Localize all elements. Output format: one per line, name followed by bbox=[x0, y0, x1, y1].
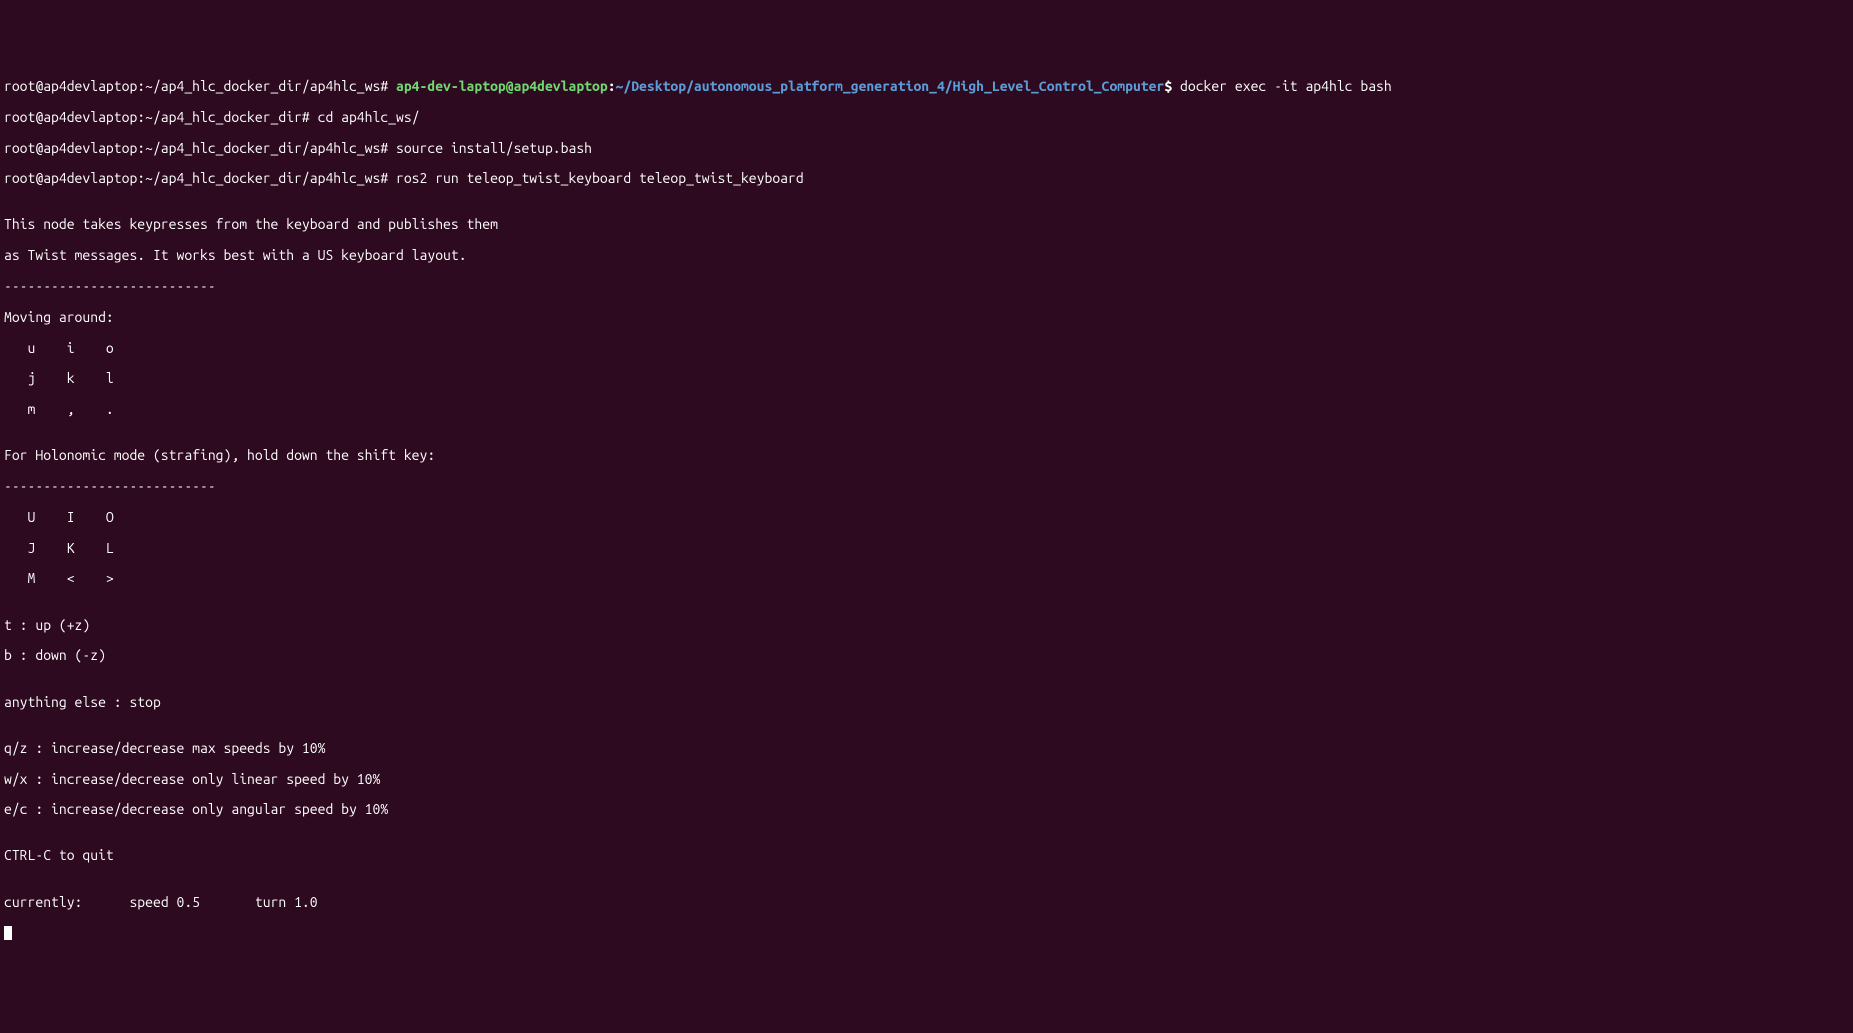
output-line: --------------------------- bbox=[4, 479, 1853, 494]
output-line: as Twist messages. It works best with a … bbox=[4, 248, 1853, 263]
cwd-path: ~/Desktop/autonomous_platform_generation… bbox=[616, 78, 1165, 94]
output-line: b : down (-z) bbox=[4, 648, 1853, 663]
output-line: CTRL-C to quit bbox=[4, 848, 1853, 863]
command-1: docker exec -it ap4hlc bash bbox=[1180, 78, 1392, 94]
command-2: cd ap4hlc_ws/ bbox=[318, 109, 420, 125]
prompt-line-4: root@ap4devlaptop:~/ap4_hlc_docker_dir/a… bbox=[4, 171, 1853, 186]
command-3: source install/setup.bash bbox=[396, 140, 592, 156]
prompt-line-1: root@ap4devlaptop:~/ap4_hlc_docker_dir/a… bbox=[4, 79, 1853, 94]
output-line: M < > bbox=[4, 571, 1853, 586]
output-line: t : up (+z) bbox=[4, 618, 1853, 633]
cursor-block-icon bbox=[4, 926, 12, 940]
output-line: U I O bbox=[4, 510, 1853, 525]
colon: : bbox=[608, 78, 616, 94]
output-line: j k l bbox=[4, 371, 1853, 386]
output-line: anything else : stop bbox=[4, 695, 1853, 710]
dollar-sign: $ bbox=[1164, 78, 1180, 94]
output-line: currently: speed 0.5 turn 1.0 bbox=[4, 895, 1853, 910]
terminal-output[interactable]: root@ap4devlaptop:~/ap4_hlc_docker_dir/a… bbox=[4, 64, 1853, 957]
root-prompt-4: root@ap4devlaptop:~/ap4_hlc_docker_dir/a… bbox=[4, 170, 396, 186]
output-line: Moving around: bbox=[4, 310, 1853, 325]
output-line: This node takes keypresses from the keyb… bbox=[4, 217, 1853, 232]
cursor-line[interactable] bbox=[4, 925, 1853, 940]
output-line: --------------------------- bbox=[4, 279, 1853, 294]
root-prompt-1: root@ap4devlaptop:~/ap4_hlc_docker_dir/a… bbox=[4, 78, 396, 94]
root-prompt-2: root@ap4devlaptop:~/ap4_hlc_docker_dir# bbox=[4, 109, 318, 125]
output-line: For Holonomic mode (strafing), hold down… bbox=[4, 448, 1853, 463]
output-line: m , . bbox=[4, 402, 1853, 417]
output-line: e/c : increase/decrease only angular spe… bbox=[4, 802, 1853, 817]
root-prompt-3: root@ap4devlaptop:~/ap4_hlc_docker_dir/a… bbox=[4, 140, 396, 156]
output-line: J K L bbox=[4, 541, 1853, 556]
output-line: q/z : increase/decrease max speeds by 10… bbox=[4, 741, 1853, 756]
prompt-line-2: root@ap4devlaptop:~/ap4_hlc_docker_dir# … bbox=[4, 110, 1853, 125]
output-line: u i o bbox=[4, 341, 1853, 356]
user-host: ap4-dev-laptop@ap4devlaptop bbox=[396, 78, 608, 94]
output-line: w/x : increase/decrease only linear spee… bbox=[4, 772, 1853, 787]
command-4: ros2 run teleop_twist_keyboard teleop_tw… bbox=[396, 170, 804, 186]
prompt-line-3: root@ap4devlaptop:~/ap4_hlc_docker_dir/a… bbox=[4, 141, 1853, 156]
